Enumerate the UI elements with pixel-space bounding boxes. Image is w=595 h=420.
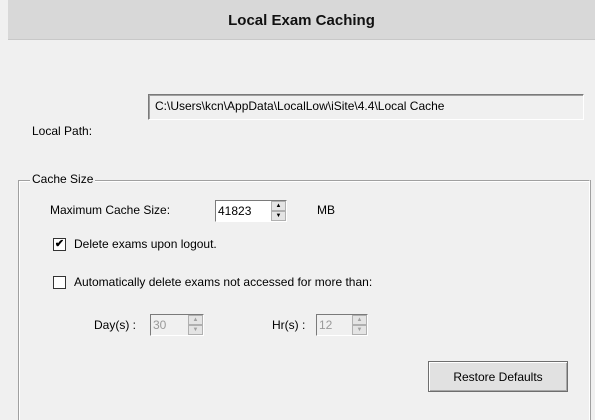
max-cache-size-value[interactable]: 41823 xyxy=(216,201,271,221)
days-label: Day(s) : xyxy=(94,318,136,332)
spin-up-icon[interactable]: ▲ xyxy=(352,315,367,325)
days-value[interactable]: 30 xyxy=(151,315,188,335)
spin-down-icon[interactable]: ▼ xyxy=(271,211,286,221)
hours-value[interactable]: 12 xyxy=(317,315,352,335)
spin-down-icon[interactable]: ▼ xyxy=(188,325,203,335)
hours-label: Hr(s) : xyxy=(272,318,306,332)
max-cache-size-label: Maximum Cache Size: xyxy=(50,203,171,217)
local-path-field[interactable]: C:\Users\kcn\AppData\LocalLow\iSite\4.4\… xyxy=(148,94,584,120)
local-path-label: Local Path: xyxy=(32,124,93,138)
delete-on-logout-label[interactable]: Delete exams upon logout. xyxy=(74,237,217,251)
delete-on-logout-checkbox[interactable]: ✔ xyxy=(53,238,66,251)
restore-defaults-button[interactable]: Restore Defaults xyxy=(428,361,568,392)
panel-title: Local Exam Caching xyxy=(228,12,375,29)
days-spinner[interactable]: 30 ▲ ▼ xyxy=(150,314,204,336)
auto-delete-label[interactable]: Automatically delete exams not accessed … xyxy=(74,275,372,289)
spin-up-icon[interactable]: ▲ xyxy=(271,201,286,211)
spin-down-icon[interactable]: ▼ xyxy=(352,325,367,335)
auto-delete-checkbox[interactable] xyxy=(53,276,66,289)
hours-spinner[interactable]: 12 ▲ ▼ xyxy=(316,314,368,336)
checkmark-icon: ✔ xyxy=(54,238,65,250)
spin-up-icon[interactable]: ▲ xyxy=(188,315,203,325)
cache-size-unit: MB xyxy=(317,203,335,217)
panel-header: Local Exam Caching xyxy=(8,0,595,40)
cache-size-group-title: Cache Size xyxy=(30,172,96,186)
max-cache-size-spinner[interactable]: 41823 ▲ ▼ xyxy=(215,200,287,222)
